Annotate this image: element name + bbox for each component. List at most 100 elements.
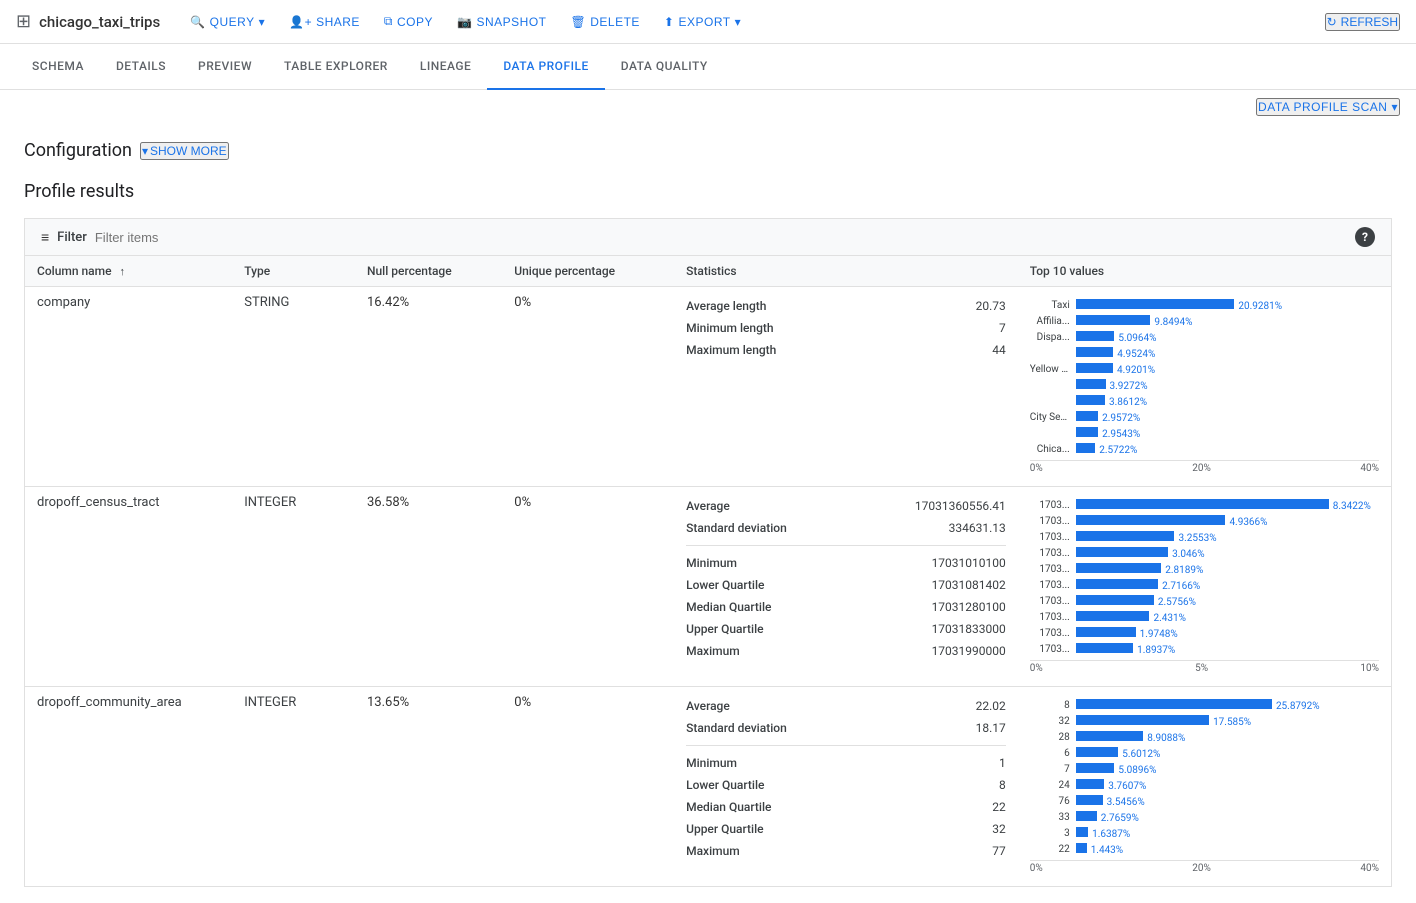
chart-pct-label: 4.9366% bbox=[1229, 517, 1267, 528]
stat-label: Standard deviation bbox=[686, 521, 787, 535]
col-header-null-pct[interactable]: Null percentage bbox=[355, 256, 502, 287]
chart-bar bbox=[1076, 395, 1105, 405]
cell-type: INTEGER bbox=[232, 687, 355, 887]
chart-bar bbox=[1076, 531, 1175, 541]
chart-bar-wrap: 8.9088% bbox=[1076, 731, 1379, 744]
chart-row: 763.5456% bbox=[1030, 795, 1379, 808]
chart-row: 1703...2.5756% bbox=[1030, 595, 1379, 608]
stat-value: 17031833000 bbox=[886, 622, 1006, 636]
chart-pct-label: 17.585% bbox=[1213, 717, 1251, 728]
chart-row: 1703... 3.2553% bbox=[1030, 531, 1379, 544]
help-icon[interactable]: ? bbox=[1355, 227, 1375, 247]
cell-column-name: dropoff_community_area bbox=[25, 687, 233, 887]
chart-label: 1703... bbox=[1030, 596, 1070, 607]
stat-divider bbox=[686, 545, 1006, 546]
chart-label: Affilia... bbox=[1030, 316, 1070, 327]
stat-row: Average17031360556.41 bbox=[686, 495, 1006, 517]
chart-bar bbox=[1076, 363, 1113, 373]
toolbar: ⊞ chicago_taxi_trips 🔍 QUERY ▾ 👤+ SHARE … bbox=[0, 0, 1416, 44]
stat-label: Minimum length bbox=[686, 321, 774, 335]
chart-bar-wrap: 2.8189% bbox=[1076, 563, 1379, 576]
chart-row: 1703...1.9748% bbox=[1030, 627, 1379, 640]
stat-label: Lower Quartile bbox=[686, 578, 764, 592]
tab-schema[interactable]: SCHEMA bbox=[16, 44, 100, 90]
chart-bar bbox=[1076, 779, 1105, 789]
stat-row: Standard deviation18.17 bbox=[686, 717, 1006, 739]
axis-label: 40% bbox=[1360, 463, 1379, 474]
chart-row: 4.9524% bbox=[1030, 347, 1379, 360]
col-header-type[interactable]: Type bbox=[232, 256, 355, 287]
chart-bar bbox=[1076, 499, 1329, 509]
chart-row: 3.9272% bbox=[1030, 379, 1379, 392]
stat-value: 22 bbox=[886, 800, 1006, 814]
stat-label: Maximum bbox=[686, 644, 740, 658]
chart-label: 24 bbox=[1030, 780, 1070, 791]
chart-pct-label: 2.7659% bbox=[1101, 813, 1139, 824]
cell-top10-chart: 825.8792%3217.585%288.9088%65.6012%75.08… bbox=[1018, 687, 1392, 887]
stat-row: Maximum77 bbox=[686, 840, 1006, 862]
chart-bar bbox=[1076, 563, 1161, 573]
chart-container: Taxi20.9281%Affilia...9.8494%Dispa...5.0… bbox=[1030, 295, 1379, 478]
chart-row: 65.6012% bbox=[1030, 747, 1379, 760]
tab-table-explorer[interactable]: TABLE EXPLORER bbox=[268, 44, 404, 90]
chart-bar bbox=[1076, 379, 1106, 389]
copy-icon: ⧉ bbox=[384, 14, 393, 29]
chart-pct-label: 4.9201% bbox=[1117, 365, 1155, 376]
axis-label: 20% bbox=[1192, 863, 1211, 874]
cell-unique-pct: 0% bbox=[502, 287, 674, 487]
stat-label: Average bbox=[686, 699, 730, 713]
chart-label: 1703... bbox=[1030, 580, 1070, 591]
stat-value: 1 bbox=[886, 756, 1006, 770]
chart-bar-wrap: 4.9201% bbox=[1076, 363, 1379, 376]
chart-pct-label: 3.2553% bbox=[1178, 533, 1216, 544]
chart-bar-wrap: 3.2553% bbox=[1076, 531, 1379, 544]
profile-results-title: Profile results bbox=[24, 181, 1392, 202]
export-button[interactable]: ⬆ EXPORT ▾ bbox=[654, 11, 751, 33]
chart-pct-label: 8.9088% bbox=[1147, 733, 1185, 744]
chart-container: 825.8792%3217.585%288.9088%65.6012%75.08… bbox=[1030, 695, 1379, 878]
axis-label: 10% bbox=[1360, 663, 1379, 674]
cell-statistics: Average22.02Standard deviation18.17Minim… bbox=[674, 687, 1018, 887]
col-header-unique-pct[interactable]: Unique percentage bbox=[502, 256, 674, 287]
tab-lineage[interactable]: LINEAGE bbox=[404, 44, 488, 90]
chart-label: 3 bbox=[1030, 828, 1070, 839]
refresh-button[interactable]: ↻ REFRESH bbox=[1325, 13, 1400, 31]
query-button[interactable]: 🔍 QUERY ▾ bbox=[180, 11, 275, 33]
chart-label: 1703... bbox=[1030, 532, 1070, 543]
share-button[interactable]: 👤+ SHARE bbox=[279, 11, 370, 33]
chart-bar-wrap: 3.046% bbox=[1076, 547, 1379, 560]
config-section: Configuration ▾ SHOW MORE bbox=[24, 140, 1392, 161]
chart-label: 1703... bbox=[1030, 612, 1070, 623]
chart-bar-wrap: 3.7607% bbox=[1076, 779, 1379, 792]
tab-data-quality[interactable]: DATA QUALITY bbox=[605, 44, 724, 90]
col-header-name[interactable]: Column name ↑ bbox=[25, 256, 233, 287]
data-profile-scan-button[interactable]: DATA PROFILE SCAN ▾ bbox=[1256, 98, 1400, 116]
tab-preview[interactable]: PREVIEW bbox=[182, 44, 268, 90]
chart-bar-wrap: 4.9366% bbox=[1076, 515, 1379, 528]
delete-button[interactable]: 🗑 DELETE bbox=[560, 11, 649, 33]
filter-bar: ≡ Filter ? bbox=[24, 218, 1392, 255]
axis-label: 20% bbox=[1192, 463, 1211, 474]
chart-pct-label: 20.9281% bbox=[1238, 301, 1282, 312]
axis-label: 0% bbox=[1030, 463, 1043, 474]
show-more-button[interactable]: ▾ SHOW MORE bbox=[140, 142, 229, 160]
copy-button[interactable]: ⧉ COPY bbox=[374, 10, 443, 33]
chart-axis: 0%20%40% bbox=[1030, 860, 1379, 874]
chart-bar-wrap: 1.6387% bbox=[1076, 827, 1379, 840]
snapshot-button[interactable]: 📷 SNAPSHOT bbox=[447, 11, 556, 33]
chart-bar bbox=[1076, 299, 1235, 309]
chart-row: 1703...2.8189% bbox=[1030, 563, 1379, 576]
cell-null-pct: 36.58% bbox=[355, 487, 502, 687]
chart-bar-wrap: 5.6012% bbox=[1076, 747, 1379, 760]
export-icon: ⬆ bbox=[664, 15, 675, 29]
chart-bar-wrap: 3.9272% bbox=[1076, 379, 1379, 392]
tab-details[interactable]: DETAILS bbox=[100, 44, 182, 90]
chart-bar-wrap: 2.9543% bbox=[1076, 427, 1379, 440]
table-icon: ⊞ bbox=[16, 11, 31, 32]
chart-bar-wrap: 25.8792% bbox=[1076, 699, 1379, 712]
tab-data-profile[interactable]: DATA PROFILE bbox=[487, 44, 604, 90]
cell-statistics: Average length20.73Minimum length7Maximu… bbox=[674, 287, 1018, 487]
tab-bar: SCHEMA DETAILS PREVIEW TABLE EXPLORER LI… bbox=[0, 44, 1416, 90]
filter-input[interactable] bbox=[95, 230, 1347, 245]
col-header-top10: Top 10 values bbox=[1018, 256, 1392, 287]
